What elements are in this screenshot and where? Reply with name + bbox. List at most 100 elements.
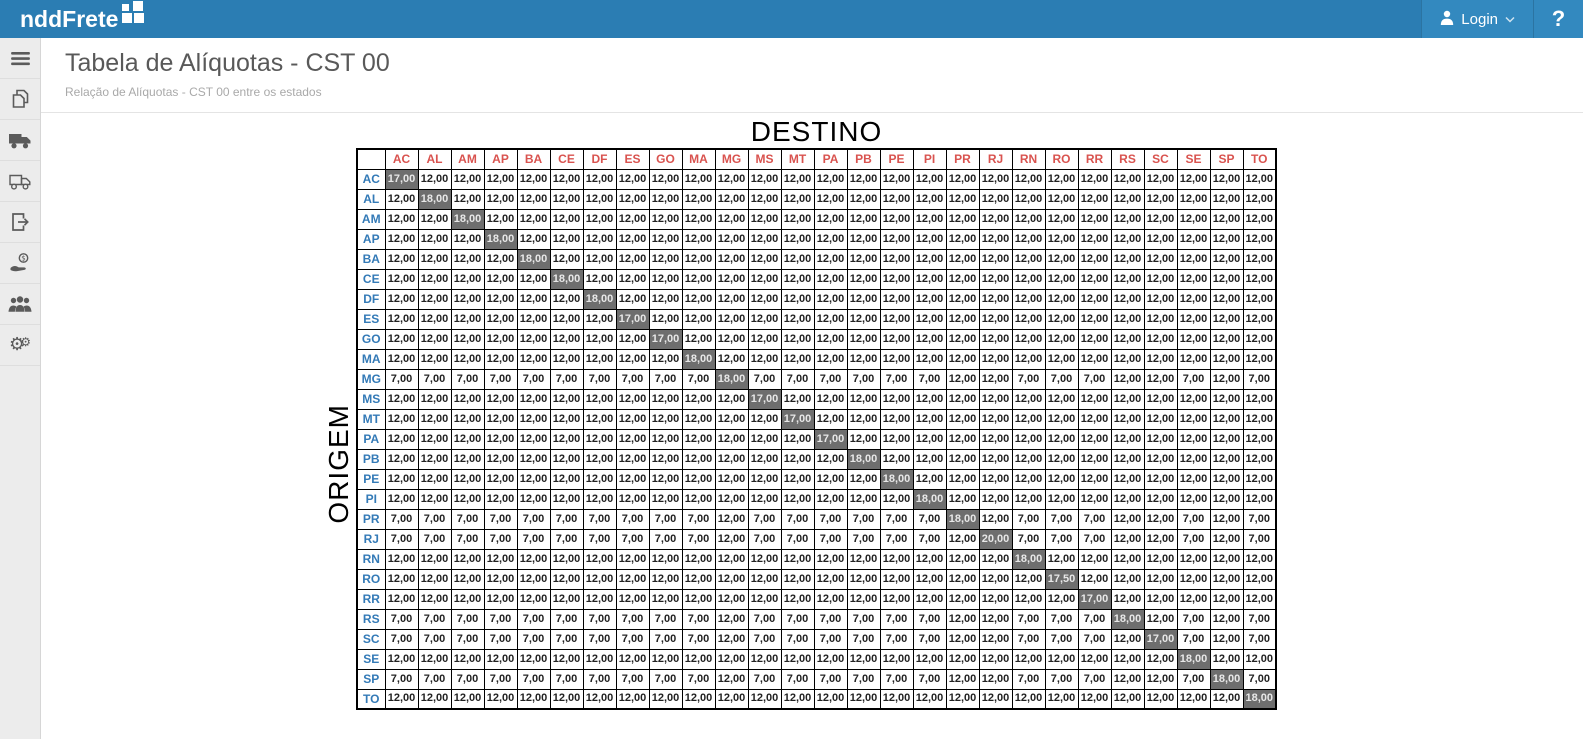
sidebar-item-menu[interactable]	[0, 38, 40, 79]
matrix-row: AL 12,00 18,00 12,00 12,00 12,00 12,00 12,00 12,…	[356, 188, 1277, 210]
matrix-cell: 12,00	[1242, 588, 1277, 610]
matrix-cell: 12,00	[1044, 488, 1079, 510]
matrix-row: MG 7,00 7,00 7,00 7,00 7,00 7,00 7,00 7,00 7,00 7,…	[356, 368, 1277, 390]
matrix-col-header: DF	[582, 148, 617, 170]
matrix-cell: 12,00	[1176, 568, 1211, 590]
matrix-cell: 12,00	[516, 648, 551, 670]
matrix-row-header: RR	[356, 588, 386, 610]
users-icon	[8, 295, 32, 313]
matrix-cell: 12,00	[1176, 188, 1211, 210]
matrix-cell: 12,00	[879, 268, 914, 290]
matrix-cell: 7,00	[747, 668, 782, 690]
matrix-cell: 12,00	[681, 448, 716, 470]
matrix-cell: 12,00	[450, 568, 485, 590]
help-button[interactable]: ?	[1533, 0, 1583, 38]
matrix-cell: 12,00	[1209, 368, 1244, 390]
matrix-cell: 12,00	[648, 248, 683, 270]
matrix-cell: 12,00	[780, 648, 815, 670]
matrix-cell: 12,00	[1110, 168, 1145, 190]
matrix-cell: 12,00	[1242, 348, 1277, 370]
matrix-cell: 12,00	[1176, 268, 1211, 290]
user-icon	[1440, 10, 1454, 29]
matrix-cell: 7,00	[384, 368, 419, 390]
matrix-cell: 12,00	[813, 288, 848, 310]
matrix-cell: 12,00	[945, 208, 980, 230]
matrix-cell: 12,00	[1077, 348, 1112, 370]
matrix-cell: 12,00	[1209, 308, 1244, 330]
matrix-cell: 12,00	[450, 328, 485, 350]
matrix-cell: 12,00	[681, 188, 716, 210]
matrix-cell: 12,00	[1011, 268, 1046, 290]
matrix-body: AC 17,00 12,00 12,00 12,00 12,00 12,00 12,00 12,…	[356, 168, 1277, 710]
matrix-cell: 12,00	[549, 588, 584, 610]
matrix-cell: 12,00	[384, 248, 419, 270]
matrix-row: MA 12,00 12,00 12,00 12,00 12,00 12,00 12,00 12,…	[356, 348, 1277, 370]
matrix-cell: 12,00	[483, 268, 518, 290]
matrix-cell: 12,00	[1044, 448, 1079, 470]
matrix-cell: 12,00	[450, 188, 485, 210]
brand-logo[interactable]: nddFrete	[20, 0, 145, 38]
matrix-diagonal-cell: 18,00	[417, 188, 452, 210]
matrix-diagonal-cell: 18,00	[681, 348, 716, 370]
matrix-cell: 7,00	[384, 608, 419, 630]
matrix-cell: 12,00	[1011, 388, 1046, 410]
login-button[interactable]: Login	[1421, 0, 1533, 38]
sidebar-item-users[interactable]	[0, 284, 40, 325]
matrix-cell: 12,00	[747, 468, 782, 490]
matrix-cell: 12,00	[615, 548, 650, 570]
sidebar-item-billing[interactable]: $	[0, 243, 40, 284]
matrix-cell: 12,00	[846, 348, 881, 370]
matrix-cell: 12,00	[714, 508, 749, 530]
matrix-row-header: MT	[356, 408, 386, 430]
sidebar-item-delivery[interactable]	[0, 161, 40, 202]
matrix-row-header: MA	[356, 348, 386, 370]
matrix-diagonal-cell: 17,00	[384, 168, 419, 190]
matrix-cell: 12,00	[1242, 288, 1277, 310]
matrix-cell: 12,00	[549, 288, 584, 310]
matrix-cell: 12,00	[747, 428, 782, 450]
matrix-diagonal-cell: 17,00	[747, 388, 782, 410]
matrix-cell: 12,00	[978, 268, 1013, 290]
matrix-cell: 12,00	[879, 428, 914, 450]
matrix-cell: 12,00	[417, 388, 452, 410]
matrix-cell: 12,00	[1209, 288, 1244, 310]
matrix-cell: 12,00	[681, 248, 716, 270]
matrix-cell: 7,00	[813, 668, 848, 690]
matrix-cell: 7,00	[912, 608, 947, 630]
matrix-row: SC 7,00 7,00 7,00 7,00 7,00 7,00 7,00 7,00 7,00 7,…	[356, 628, 1277, 650]
matrix-col-header: CE	[549, 148, 584, 170]
matrix-cell: 12,00	[516, 588, 551, 610]
matrix-cell: 7,00	[450, 668, 485, 690]
matrix-cell: 12,00	[1176, 328, 1211, 350]
matrix-cell: 7,00	[681, 608, 716, 630]
matrix-cell: 12,00	[1044, 308, 1079, 330]
matrix-cell: 12,00	[1143, 508, 1178, 530]
matrix-cell: 7,00	[516, 528, 551, 550]
matrix-cell: 12,00	[648, 168, 683, 190]
matrix-cell: 7,00	[450, 628, 485, 650]
matrix-cell: 12,00	[648, 288, 683, 310]
matrix-cell: 12,00	[1143, 668, 1178, 690]
matrix-col-header: RO	[1044, 148, 1079, 170]
matrix-row: MT 12,00 12,00 12,00 12,00 12,00 12,00 12,00 12,…	[356, 408, 1277, 430]
matrix-cell: 7,00	[1077, 528, 1112, 550]
matrix-cell: 12,00	[747, 308, 782, 330]
matrix-cell: 12,00	[945, 188, 980, 210]
sidebar-item-export[interactable]	[0, 202, 40, 243]
matrix-cell: 12,00	[1176, 468, 1211, 490]
matrix-cell: 12,00	[615, 588, 650, 610]
matrix-diagonal-cell: 17,00	[648, 328, 683, 350]
matrix-cell: 12,00	[1077, 308, 1112, 330]
matrix-cell: 12,00	[681, 648, 716, 670]
matrix-cell: 7,00	[879, 368, 914, 390]
sidebar-item-documents[interactable]	[0, 79, 40, 120]
matrix-cell: 7,00	[1077, 368, 1112, 390]
matrix-cell: 12,00	[1209, 228, 1244, 250]
matrix-cell: 12,00	[978, 348, 1013, 370]
sidebar-item-settings[interactable]: ⚙⚙	[0, 325, 40, 366]
matrix-cell: 12,00	[582, 308, 617, 330]
matrix-cell: 12,00	[1077, 568, 1112, 590]
matrix-cell: 12,00	[1209, 168, 1244, 190]
sidebar-item-freight[interactable]	[0, 120, 40, 161]
matrix-cell: 12,00	[846, 408, 881, 430]
